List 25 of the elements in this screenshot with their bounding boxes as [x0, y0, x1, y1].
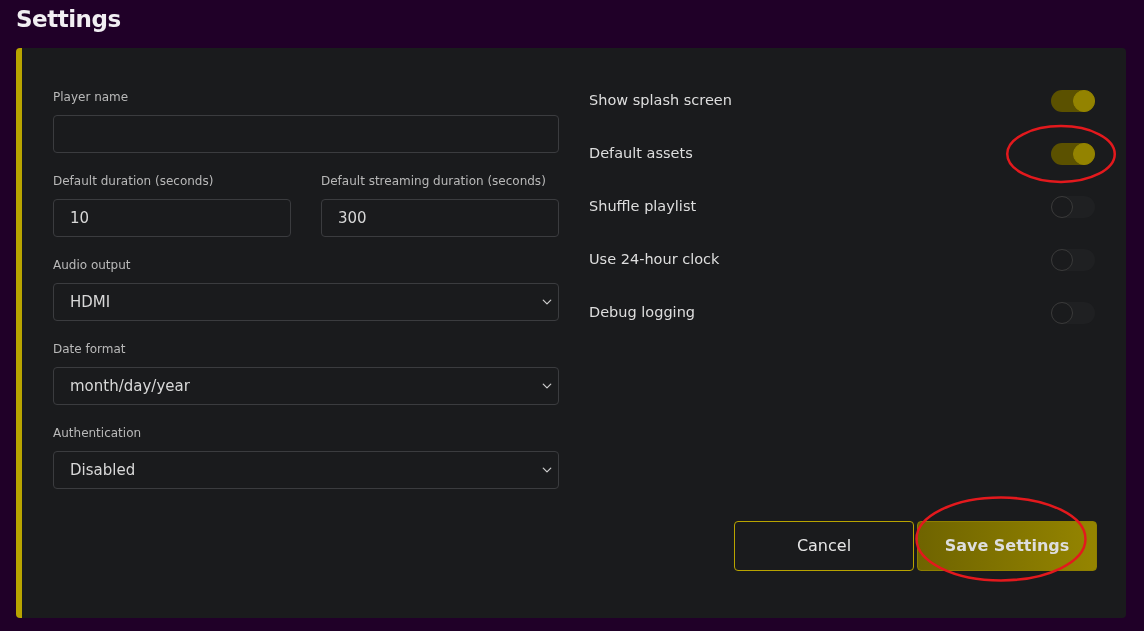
toggle-switch[interactable] [1051, 301, 1095, 324]
toggle-switch[interactable] [1051, 248, 1095, 271]
field-label: Player name [53, 89, 129, 106]
toggle-label: Shuffle playlist [589, 196, 697, 216]
field-label: Date format [53, 341, 126, 358]
page-title: Settings [16, 5, 122, 34]
input-field[interactable]: 300 [321, 199, 559, 237]
field-label: Audio output [53, 257, 131, 274]
input-field[interactable] [53, 115, 559, 153]
save-button[interactable]: Save Settings [917, 521, 1097, 571]
toggle-label: Debug logging [589, 302, 696, 322]
field-label: Authentication [53, 425, 142, 442]
field-label: Default streaming duration (seconds) [321, 173, 546, 190]
input-field[interactable]: 10 [53, 199, 291, 237]
select-field[interactable]: month/day/year [53, 367, 559, 405]
toggle-label: Default assets [589, 143, 693, 163]
select-field[interactable]: Disabled [53, 451, 559, 489]
toggle-switch[interactable] [1051, 89, 1095, 112]
toggle-label: Use 24-hour clock [589, 249, 720, 269]
toggle-label: Show splash screen [589, 90, 732, 110]
select-field[interactable]: HDMI [53, 283, 559, 321]
cancel-button[interactable]: Cancel [734, 521, 914, 571]
toggle-switch[interactable] [1051, 195, 1095, 218]
toggle-switch[interactable] [1051, 142, 1095, 165]
field-label: Default duration (seconds) [53, 173, 214, 190]
